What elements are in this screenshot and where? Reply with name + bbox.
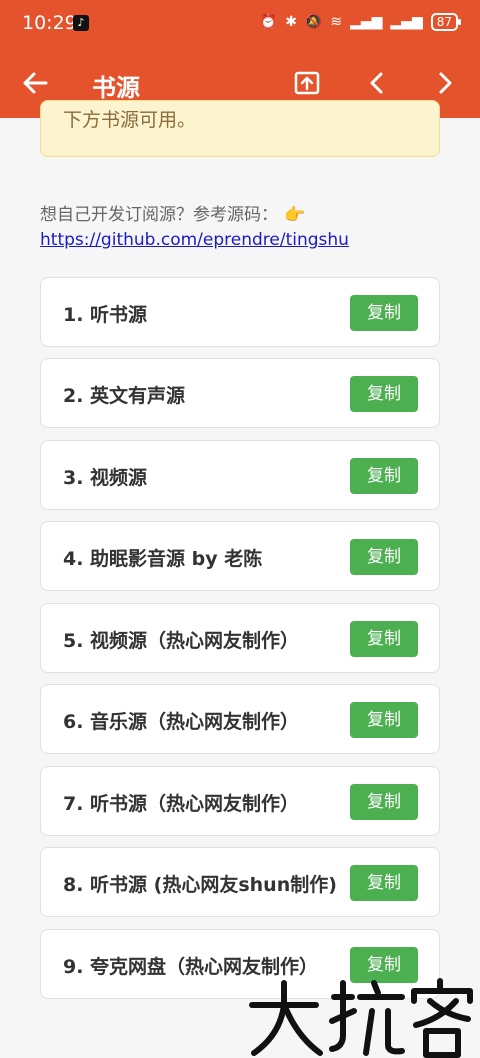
page-title: 书源 [92, 74, 140, 102]
status-time: 10:29 [22, 12, 77, 34]
chevron-right-icon[interactable] [430, 68, 460, 98]
wifi-icon: ≋ [330, 14, 343, 30]
source-label: 6. 音乐源（热心网友制作） [63, 711, 300, 733]
mute-icon: 🔕 [304, 14, 323, 30]
source-label: 1. 听书源 [63, 304, 148, 326]
battery-icon: 87 [430, 13, 462, 31]
battery-level: 87 [436, 15, 452, 29]
list-item: 6. 音乐源（热心网友制作） 复制 [40, 684, 440, 754]
source-label: 3. 视频源 [63, 467, 148, 489]
copy-button[interactable]: 复制 [350, 458, 418, 494]
share-icon[interactable] [292, 68, 322, 98]
bluetooth-icon: ✱ [285, 14, 297, 30]
dev-note-text: 想自己开发订阅源？参考源码： [40, 205, 278, 225]
list-item: 1. 听书源 复制 [40, 277, 440, 347]
copy-button[interactable]: 复制 [350, 539, 418, 575]
notice-text: 下方书源可用。 [63, 109, 197, 131]
copy-button[interactable]: 复制 [350, 376, 418, 412]
copy-button[interactable]: 复制 [350, 702, 418, 738]
watermark-logo [249, 978, 473, 1058]
signal-2-icon: ▂▄▆ [390, 14, 423, 30]
list-item: 3. 视频源 复制 [40, 440, 440, 510]
source-label: 4. 助眠影音源 by 老陈 [63, 548, 263, 570]
status-icons: ⏰ ✱ 🔕 ≋ ▂▄▆ ▂▄▆ 87 [259, 13, 462, 31]
copy-button[interactable]: 复制 [350, 865, 418, 901]
source-label: 7. 听书源（热心网友制作） [63, 793, 300, 815]
pointing-hand-icon: 👉 [284, 205, 306, 225]
list-item: 8. 听书源 (热心网友shun制作) 复制 [40, 847, 440, 917]
list-item: 7. 听书源（热心网友制作） 复制 [40, 766, 440, 836]
alarm-icon: ⏰ [259, 14, 278, 30]
notice-box: 下方书源可用。 [40, 100, 440, 157]
status-bar: 10:29 ♪ ⏰ ✱ 🔕 ≋ ▂▄▆ ▂▄▆ 87 [0, 0, 480, 48]
copy-button[interactable]: 复制 [350, 621, 418, 657]
source-label: 5. 视频源（热心网友制作） [63, 630, 300, 652]
source-code-link[interactable]: https://github.com/eprendre/tingshu [40, 230, 349, 250]
list-item: 4. 助眠影音源 by 老陈 复制 [40, 521, 440, 591]
source-label: 2. 英文有声源 [63, 385, 186, 407]
copy-button[interactable]: 复制 [350, 784, 418, 820]
chevron-left-icon[interactable] [362, 68, 392, 98]
back-arrow-icon[interactable] [20, 68, 50, 98]
signal-icon: ▂▄▆ [350, 14, 383, 30]
list-item: 2. 英文有声源 复制 [40, 358, 440, 428]
list-item: 5. 视频源（热心网友制作） 复制 [40, 603, 440, 673]
dev-note: 想自己开发订阅源？参考源码： 👉 [40, 200, 305, 225]
tiktok-icon: ♪ [73, 15, 89, 31]
source-label: 8. 听书源 (热心网友shun制作) [63, 874, 337, 896]
copy-button[interactable]: 复制 [350, 295, 418, 331]
